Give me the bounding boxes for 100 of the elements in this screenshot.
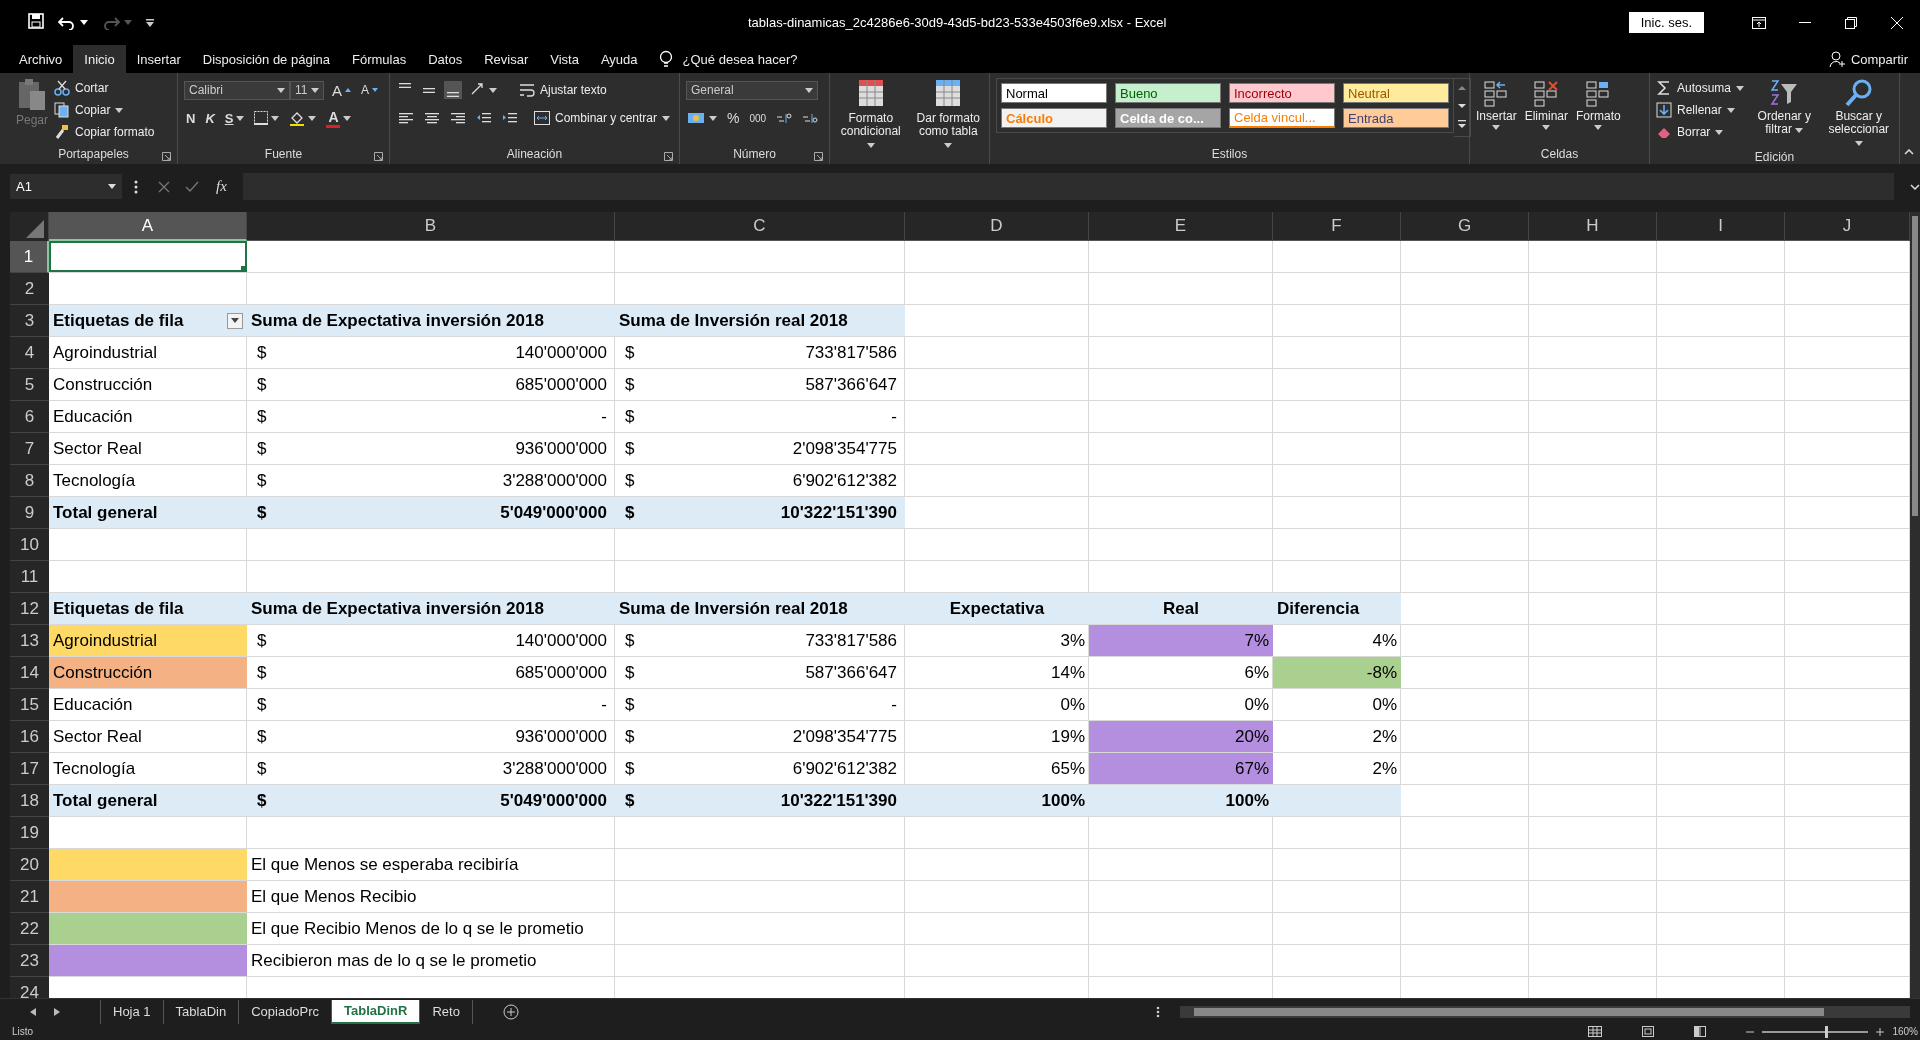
row-header[interactable]: 24 bbox=[10, 977, 49, 998]
ribbon-tab[interactable]: Vista bbox=[539, 45, 590, 73]
check-icon[interactable] bbox=[185, 180, 199, 193]
sheet-tab[interactable]: TablaDinR bbox=[332, 999, 421, 1024]
merge-center-button[interactable]: Combinar y centrar bbox=[534, 108, 671, 128]
cancel-icon[interactable] bbox=[158, 180, 170, 193]
underline-button[interactable]: S bbox=[222, 108, 247, 128]
fill-button[interactable]: Rellenar bbox=[1656, 100, 1745, 120]
font-family-dropdown[interactable]: Calibri bbox=[184, 80, 290, 100]
ribbon-tab[interactable]: Disposición de página bbox=[191, 45, 341, 73]
zoom-in-icon[interactable] bbox=[1876, 1027, 1885, 1036]
chevron-down-icon[interactable] bbox=[1910, 183, 1920, 190]
cell-style-option[interactable]: Incorrecto bbox=[1229, 83, 1335, 103]
insert-cells-button[interactable]: Insertar bbox=[1476, 78, 1517, 130]
format-as-table-button[interactable]: Dar formato como tabla bbox=[913, 78, 983, 151]
scroll-left-icon[interactable] bbox=[30, 1007, 36, 1016]
row-header[interactable]: 21 bbox=[10, 881, 49, 913]
bold-button[interactable]: N bbox=[184, 108, 198, 128]
row-header[interactable]: 18 bbox=[10, 785, 49, 817]
ribbon-tab[interactable]: Ayuda bbox=[589, 45, 649, 73]
cut-button[interactable]: Cortar bbox=[54, 78, 155, 98]
horizontal-scrollbar[interactable] bbox=[1180, 1005, 1910, 1018]
chevron-up-icon bbox=[1904, 149, 1914, 155]
row-header[interactable]: 9 bbox=[10, 497, 49, 529]
cell-style-option[interactable]: Neutral bbox=[1343, 83, 1449, 103]
format-cells-button[interactable]: Formato bbox=[1576, 78, 1621, 130]
row-header[interactable]: 15 bbox=[10, 689, 49, 721]
zoom-level-text[interactable]: 160% bbox=[1892, 1026, 1918, 1037]
page-break-view-icon[interactable] bbox=[1694, 1026, 1707, 1037]
row-header[interactable]: 16 bbox=[10, 721, 49, 753]
vertical-align-button[interactable] bbox=[444, 81, 462, 99]
thousands-separator-button[interactable]: 000 bbox=[747, 110, 769, 126]
cell-style-option[interactable]: Bueno bbox=[1115, 83, 1221, 103]
row-header[interactable]: 1 bbox=[10, 241, 49, 273]
increase-font-size-button[interactable]: A bbox=[330, 79, 353, 101]
cell-style-option[interactable]: Entrada bbox=[1343, 108, 1449, 128]
row-header[interactable]: 12 bbox=[10, 593, 49, 625]
ribbon-tab[interactable]: Fórmulas bbox=[341, 45, 418, 73]
row-header[interactable]: 11 bbox=[10, 561, 49, 593]
selected-cell[interactable] bbox=[49, 241, 247, 272]
conditional-format-button[interactable]: Formato condicional bbox=[836, 78, 906, 151]
filter-dropdown-button[interactable] bbox=[227, 312, 243, 329]
tell-me-field[interactable]: ¿Qué desea hacer? bbox=[680, 50, 885, 68]
ribbon-tab[interactable]: Revisar bbox=[473, 45, 540, 73]
row-header[interactable]: 6 bbox=[10, 401, 49, 433]
italic-button[interactable]: K bbox=[203, 108, 217, 128]
sign-in-button[interactable]: Inic. ses. bbox=[1628, 12, 1704, 33]
dialog-launcher-icon[interactable] bbox=[664, 152, 673, 161]
save-button[interactable] bbox=[28, 13, 44, 32]
font-size-dropdown[interactable]: 11 bbox=[290, 80, 324, 100]
ribbon-tab[interactable]: Insertar bbox=[125, 45, 192, 73]
name-box[interactable]: A1 bbox=[10, 174, 122, 199]
scroll-right-icon[interactable] bbox=[54, 1007, 60, 1016]
row-header[interactable]: 10 bbox=[10, 529, 49, 561]
row-header[interactable]: 20 bbox=[10, 849, 49, 881]
row-header[interactable]: 3 bbox=[10, 305, 49, 337]
normal-view-icon[interactable] bbox=[1588, 1026, 1603, 1037]
page-layout-icon[interactable] bbox=[1642, 1026, 1655, 1037]
more-options-icon[interactable] bbox=[1156, 1005, 1160, 1018]
row-header[interactable]: 14 bbox=[10, 657, 49, 689]
row-header[interactable]: 19 bbox=[10, 817, 49, 849]
dialog-launcher-icon[interactable] bbox=[814, 152, 823, 161]
sheet-tab[interactable]: Hoja 1 bbox=[101, 999, 164, 1024]
ribbon-tab[interactable]: Datos bbox=[417, 45, 474, 73]
row-header[interactable]: 8 bbox=[10, 465, 49, 497]
row-header[interactable]: 4 bbox=[10, 337, 49, 369]
cell-style-option[interactable]: Normal bbox=[1001, 83, 1107, 103]
column-header[interactable]: A bbox=[49, 212, 247, 241]
wrap-text-button[interactable]: Ajustar texto bbox=[519, 80, 607, 100]
sort-filter-button[interactable]: Ordenar y filtrar bbox=[1756, 78, 1813, 136]
row-header[interactable]: 13 bbox=[10, 625, 49, 657]
vertical-scrollbar[interactable] bbox=[1910, 212, 1920, 998]
undo-button[interactable] bbox=[58, 15, 88, 30]
dialog-launcher-icon[interactable] bbox=[374, 152, 383, 161]
number-format-dropdown[interactable]: General bbox=[686, 80, 818, 100]
row-header[interactable]: 5 bbox=[10, 369, 49, 401]
row-header[interactable]: 22 bbox=[10, 913, 49, 945]
insert-function-button[interactable]: fx bbox=[206, 178, 237, 195]
share-button[interactable]: Compartir bbox=[1828, 45, 1908, 73]
ribbon-tab[interactable]: Archivo bbox=[8, 45, 74, 73]
row-header[interactable]: 7 bbox=[10, 433, 49, 465]
sheet-tab[interactable]: Reto bbox=[420, 999, 473, 1024]
font-color-button[interactable]: A bbox=[324, 106, 354, 130]
autosum-button[interactable]: Autosuma bbox=[1656, 78, 1745, 98]
delete-cells-button[interactable]: Eliminar bbox=[1524, 78, 1569, 130]
row-header[interactable]: 23 bbox=[10, 945, 49, 977]
borders-button[interactable] bbox=[252, 109, 282, 127]
decrease-font-size-button[interactable]: A bbox=[359, 81, 381, 99]
zoom-slider-thumb[interactable] bbox=[1824, 1025, 1828, 1038]
row-header[interactable]: 2 bbox=[10, 273, 49, 305]
format-painter-button[interactable]: Copiar formato bbox=[54, 122, 155, 142]
row-header[interactable]: 17 bbox=[10, 753, 49, 785]
copy-button[interactable]: Copiar bbox=[54, 100, 155, 120]
sheet-tab[interactable]: TablaDin bbox=[163, 999, 240, 1024]
find-select-button[interactable]: Buscar y seleccionar bbox=[1824, 78, 1893, 149]
add-sheet-icon[interactable] bbox=[502, 1003, 519, 1020]
ribbon-tab[interactable]: Inicio bbox=[73, 45, 126, 73]
dialog-launcher-icon[interactable] bbox=[162, 152, 171, 161]
clear-button[interactable]: Borrar bbox=[1656, 122, 1745, 142]
percent-button[interactable]: % bbox=[725, 108, 742, 128]
